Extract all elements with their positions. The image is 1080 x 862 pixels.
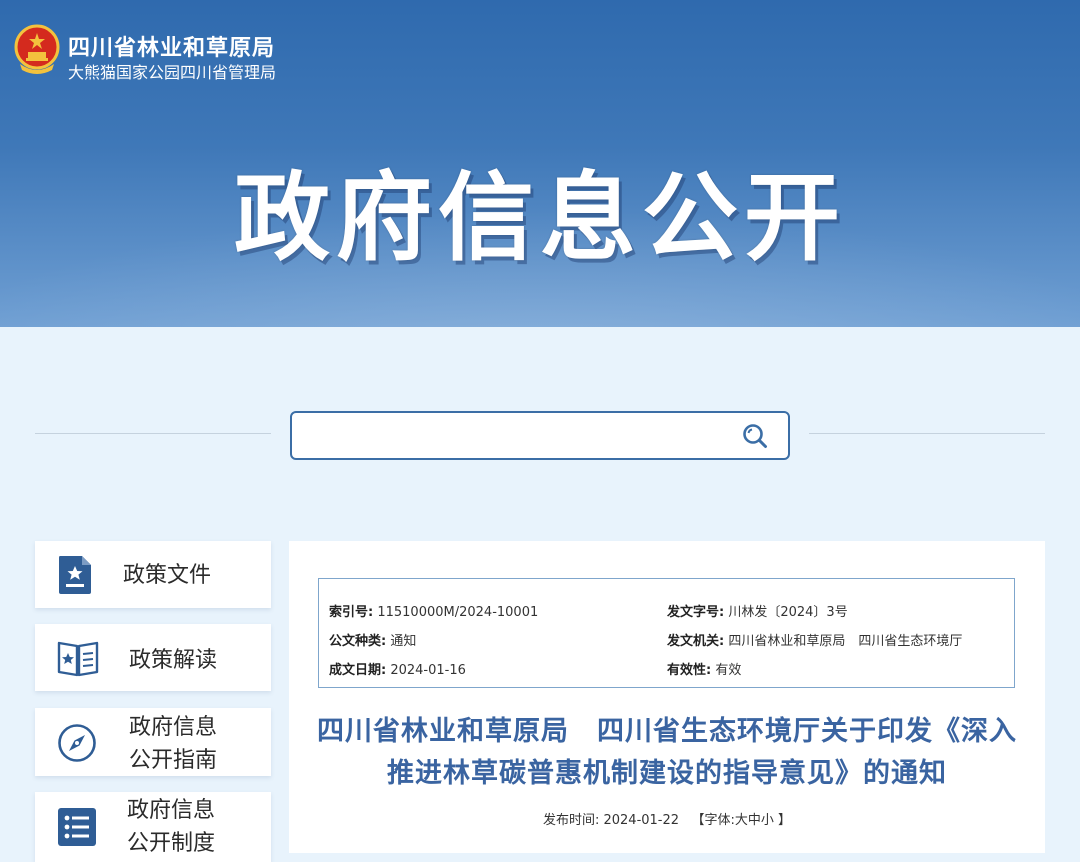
sidebar-item-label: 政府信息 bbox=[127, 798, 216, 823]
meta-doc-number: 发文字号: 川林发〔2024〕3号 bbox=[667, 605, 848, 620]
document-metadata-table: 索引号: 11510000M/2024-10001 发文字号: 川林发〔2024… bbox=[318, 578, 1015, 688]
sidebar-item-policy-documents[interactable]: 政策文件 bbox=[35, 541, 271, 608]
sidebar-item-label: 政策文件 bbox=[123, 563, 212, 588]
sidebar-item-label: 政府信息 bbox=[129, 715, 218, 740]
document-star-icon bbox=[59, 556, 91, 594]
document-panel: 索引号: 11510000M/2024-10001 发文字号: 川林发〔2024… bbox=[289, 541, 1045, 853]
sidebar-item-label: 公开制度 bbox=[127, 831, 216, 856]
book-star-icon bbox=[57, 641, 99, 677]
font-size-large-link[interactable]: 大 bbox=[735, 813, 748, 828]
org-name: 四川省林业和草原局 bbox=[68, 36, 276, 61]
header-banner: 四川省林业和草原局 大熊猫国家公园四川省管理局 政府信息公开 bbox=[0, 0, 1080, 327]
sidebar-item-label: 公开指南 bbox=[129, 748, 218, 773]
meta-date: 成文日期: 2024-01-16 bbox=[329, 663, 466, 678]
font-size-small-link[interactable]: 小 bbox=[761, 813, 774, 828]
sidebar-item-disclosure-guide[interactable]: 政府信息 公开指南 bbox=[35, 708, 271, 776]
publish-info: 发布时间: 2024-01-22 【字体:大中小 】 bbox=[542, 813, 792, 828]
national-emblem-icon bbox=[14, 24, 60, 74]
meta-index: 索引号: 11510000M/2024-10001 bbox=[329, 605, 539, 620]
document-title: 四川省林业和草原局 四川省生态环境厅关于印发《深入 推进林草碳普惠机制建设的指导… bbox=[317, 716, 1017, 789]
meta-doc-type: 公文种类: 通知 bbox=[329, 634, 417, 649]
list-icon bbox=[58, 808, 96, 846]
search-box bbox=[290, 411, 790, 460]
sidebar-item-disclosure-system[interactable]: 政府信息 公开制度 bbox=[35, 792, 271, 862]
sidebar-item-policy-interpretation[interactable]: 政策解读 bbox=[35, 624, 271, 691]
search-input[interactable] bbox=[302, 419, 726, 453]
banner-title: 政府信息公开 bbox=[234, 162, 846, 274]
publish-date: 2024-01-22 bbox=[603, 813, 680, 828]
meta-issuer: 发文机关: 四川省林业和草原局 四川省生态环境厅 bbox=[667, 634, 963, 649]
font-size-medium-link[interactable]: 中 bbox=[748, 813, 761, 828]
divider-left bbox=[35, 433, 271, 434]
org-subtitle: 大熊猫国家公园四川省管理局 bbox=[68, 63, 277, 82]
compass-icon bbox=[58, 724, 96, 762]
divider-right bbox=[809, 433, 1045, 434]
sidebar-item-label: 政策解读 bbox=[129, 648, 218, 673]
meta-validity: 有效性: 有效 bbox=[667, 663, 742, 678]
search-icon[interactable] bbox=[742, 423, 768, 449]
